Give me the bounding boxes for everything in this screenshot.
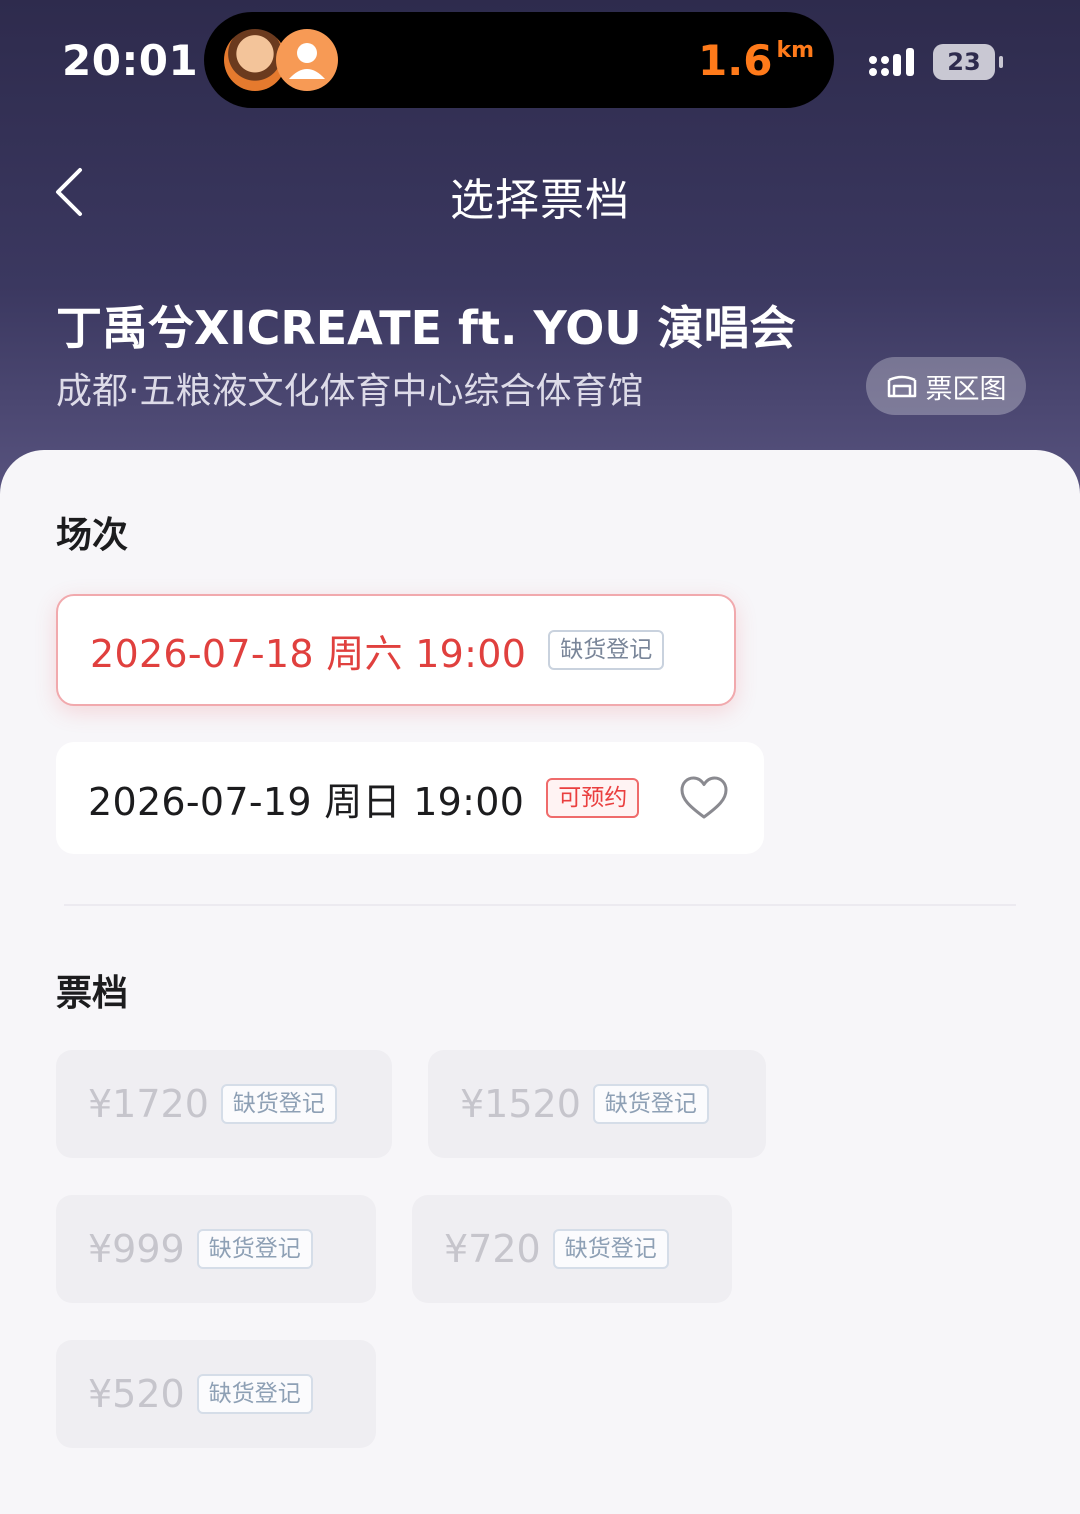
tier-option-720[interactable]: ¥720 缺货登记 [412,1195,732,1303]
tier-option-1720[interactable]: ¥1720 缺货登记 [56,1050,392,1158]
tier-option-1520[interactable]: ¥1520 缺货登记 [428,1050,766,1158]
tier-price: ¥1720 [88,1082,209,1126]
distance-indicator: 1.6 km [698,36,814,85]
heart-icon[interactable] [679,775,729,821]
battery-indicator: 23 [933,44,1003,80]
waitlist-badge: 缺货登记 [196,1229,313,1269]
dynamic-island[interactable]: 1.6 km [204,12,834,108]
tier-price: ¥999 [88,1227,185,1271]
seat-map-label: 票区图 [925,373,1007,405]
tier-option-999[interactable]: ¥999 缺货登记 [56,1195,376,1303]
tier-price: ¥1520 [460,1082,581,1126]
distance-value: 1.6 [698,36,773,85]
waitlist-badge: 缺货登记 [548,630,665,670]
signal-icon [869,48,914,76]
avatar [276,29,338,91]
map-icon [887,375,916,398]
waitlist-badge: 缺货登记 [196,1374,313,1414]
session-date: 2026-07-18 周六 19:00 [90,631,527,676]
tier-price: ¥720 [444,1227,541,1271]
event-venue: 成都·五粮液文化体育中心综合体育馆 [56,371,644,412]
waitlist-badge: 缺货登记 [552,1229,669,1269]
seat-map-button[interactable]: 票区图 [866,357,1026,415]
session-option-0718[interactable]: 2026-07-18 周六 19:00 缺货登记 [56,594,736,706]
tiers-section-title: 票档 [56,973,129,1014]
reservable-badge: 可预约 [546,778,640,818]
page-title: 选择票档 [450,175,630,226]
waitlist-badge: 缺货登记 [592,1084,709,1124]
sessions-section-title: 场次 [56,515,129,556]
distance-unit: km [776,38,814,63]
tier-price: ¥520 [88,1372,185,1416]
tier-option-520[interactable]: ¥520 缺货登记 [56,1340,376,1448]
session-date: 2026-07-19 周日 19:00 [88,779,525,824]
status-time: 20:01 [62,36,199,85]
session-option-0719[interactable]: 2026-07-19 周日 19:00 可预约 [56,742,764,854]
section-divider [64,904,1016,906]
waitlist-badge: 缺货登记 [220,1084,337,1124]
event-title: 丁禹兮XICREATE ft. YOU 演唱会 [56,301,796,355]
